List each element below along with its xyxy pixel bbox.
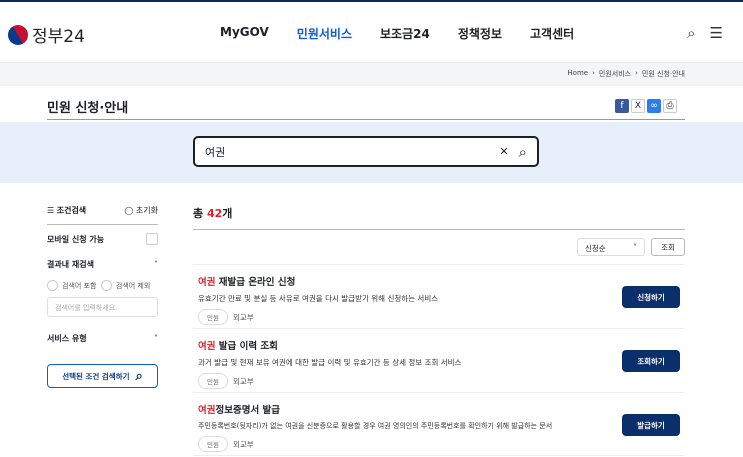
result-item: 여권 발급 이력 조회 과거 발급 및 현재 보유 여권에 대한 발급 이력 및… [193, 328, 685, 392]
search-icon[interactable]: ⌕ [519, 143, 527, 161]
filter-sidebar: ☰ 조건검색 ◯ 초기화 모바일 신청 가능 결과내 재검색 ˄ 검색어 포함 검… [47, 205, 158, 388]
chevron-right-icon: › [592, 69, 595, 77]
include-radio[interactable]: 검색어 포함 [47, 280, 96, 291]
type-badge: 민원 [198, 373, 228, 389]
reset-label: 초기화 [135, 206, 158, 215]
chevron-down-icon: ˅ [633, 243, 637, 252]
menu-icon[interactable]: ☰ [710, 24, 723, 42]
filter-title: 조건검색 [56, 206, 87, 215]
query-button[interactable]: 조회 [651, 238, 685, 256]
search-value[interactable]: 여권 [205, 144, 499, 160]
mobile-checkbox[interactable] [146, 233, 158, 245]
breadcrumb-civil[interactable]: 민원서비스 [599, 69, 631, 79]
research-input[interactable]: 검색어를 입력하세요. [47, 297, 158, 317]
result-desc: 과거 발급 및 현재 보유 여권에 대한 발급 이력 및 유효기간 등 상세 정… [198, 358, 462, 367]
research-label: 결과내 재검색 [47, 260, 94, 269]
search-icon: ⌕ [135, 368, 143, 384]
clear-icon[interactable]: ✕ [499, 145, 508, 158]
result-title[interactable]: 여권 발급 이력 조회 [198, 338, 680, 352]
logo-text: 정부24 [32, 27, 85, 47]
nav-customer-center[interactable]: 고객센터 [530, 25, 574, 42]
service-type-label: 서비스 유형 [47, 334, 87, 343]
chevron-right-icon: › [635, 69, 638, 77]
title-divider [47, 119, 685, 120]
org-name: 외교부 [232, 376, 254, 386]
nav-mygov[interactable]: MyGOV [220, 25, 269, 42]
x-icon[interactable]: X [631, 99, 645, 113]
org-name: 외교부 [232, 312, 254, 322]
inquiry-button[interactable]: 조회하기 [622, 350, 680, 372]
apply-button[interactable]: 신청하기 [622, 286, 680, 308]
breadcrumb-band: Home › 민원서비스 › 민원 신청·안내 [0, 63, 743, 86]
main-nav: MyGOV 민원서비스 보조금24 정책정보 고객센터 [220, 25, 574, 42]
print-icon[interactable]: ⎙ [663, 99, 677, 113]
result-title[interactable]: 여권 재발급 온라인 신청 [198, 274, 680, 288]
type-badge: 민원 [198, 309, 228, 325]
taegeuk-logo-icon [4, 20, 32, 49]
results-divider [193, 229, 685, 230]
result-title[interactable]: 여권정보증명서 발급 [198, 402, 680, 416]
org-name: 외교부 [232, 439, 254, 449]
chevron-down-icon[interactable]: ˅ [154, 334, 158, 343]
filter-icon: ☰ [47, 206, 55, 215]
chevron-up-icon[interactable]: ˄ [154, 260, 158, 269]
search-conditions-button[interactable]: 선택된 조건 검색하기 ⌕ [47, 364, 158, 388]
header: 정부24 MyGOV 민원서비스 보조금24 정책정보 고객센터 ⌕ ☰ [0, 2, 743, 63]
result-item: 여권정보증명서 발급 주민등록번호(뒷자리)가 없는 여권을 신분증으로 활용할… [193, 392, 685, 456]
breadcrumb-home[interactable]: Home [567, 69, 588, 79]
search-icon[interactable]: ⌕ [687, 24, 695, 42]
results: 총 42개 신청순 ˅ 조회 여권 재발급 온라인 신청 유효기간 만료 및 분실… [193, 205, 685, 456]
mobile-filter-label: 모바일 신청 가능 [47, 234, 105, 244]
share-tools: f X ∞ ⎙ [615, 99, 677, 113]
refresh-icon: ◯ [124, 206, 134, 215]
breadcrumb: Home › 민원서비스 › 민원 신청·안내 [567, 69, 685, 79]
nav-policy[interactable]: 정책정보 [458, 25, 502, 42]
link-icon[interactable]: ∞ [647, 99, 661, 113]
type-badge: 민원 [198, 436, 228, 452]
nav-civil-service[interactable]: 민원서비스 [297, 25, 352, 42]
breadcrumb-current: 민원 신청·안내 [641, 70, 685, 78]
issue-button[interactable]: 발급하기 [622, 414, 680, 436]
reset-button[interactable]: ◯ 초기화 [124, 205, 158, 216]
result-count: 총 42개 [193, 207, 233, 220]
search-conditions-label: 선택된 조건 검색하기 [62, 371, 130, 381]
result-item: 여권 재발급 온라인 신청 유효기간 만료 및 분실 등 사유로 여권을 다시 … [193, 264, 685, 328]
result-desc: 주민등록번호(뒷자리)가 없는 여권을 신분증으로 활용할 경우 여권 명의인의… [198, 422, 553, 430]
sort-select[interactable]: 신청순 ˅ [577, 238, 645, 256]
search-input[interactable]: 여권 ✕ ⌕ [193, 136, 539, 167]
logo[interactable]: 정부24 [4, 20, 85, 49]
nav-subsidy[interactable]: 보조금24 [380, 25, 430, 42]
result-desc: 유효기간 만료 및 분실 등 사유로 여권을 다시 발급받기 위해 신청하는 서… [198, 294, 439, 303]
facebook-icon[interactable]: f [615, 99, 629, 113]
exclude-radio[interactable]: 검색어 제외 [100, 280, 150, 291]
page-title: 민원 신청·안내 [47, 101, 129, 116]
